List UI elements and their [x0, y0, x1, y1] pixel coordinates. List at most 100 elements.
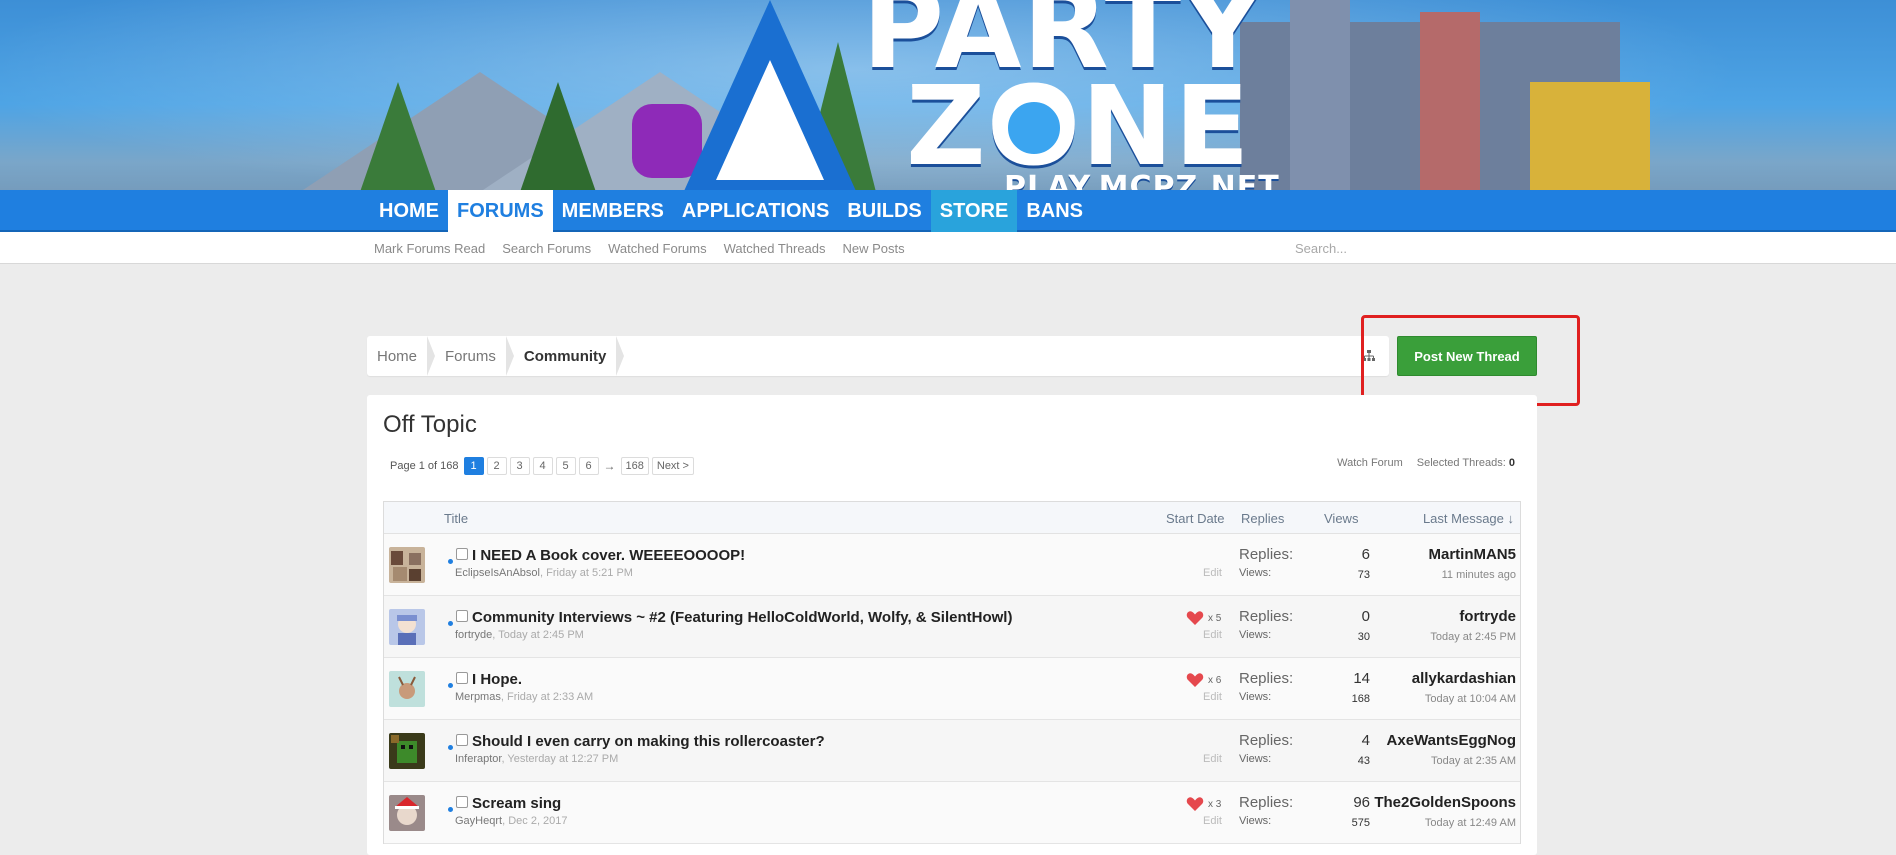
thread-select-checkbox[interactable] — [456, 796, 468, 808]
edit-thread-link[interactable]: Edit — [1203, 691, 1222, 703]
thread-title-link[interactable]: Scream sing — [472, 795, 561, 812]
nav-tab-applications[interactable]: APPLICATIONS — [673, 190, 838, 232]
page-navigation: Page 1 of 168 1 2 3 4 5 6 → 168 Next > — [390, 457, 694, 475]
edit-thread-link[interactable]: Edit — [1203, 567, 1222, 579]
thread-author-link[interactable]: fortryde — [455, 629, 492, 641]
page-link-2[interactable]: 2 — [486, 457, 507, 475]
breadcrumb-forums[interactable]: Forums — [435, 336, 514, 376]
banner-tree — [520, 82, 596, 192]
search-input[interactable] — [1295, 236, 1535, 260]
thread-title-link[interactable]: Should I even carry on making this rolle… — [472, 733, 825, 750]
table-header: Title Start Date Replies Views Last Mess… — [384, 502, 1520, 534]
last-post-time[interactable]: 11 minutes ago — [1442, 569, 1516, 581]
subnav-links: Mark Forums Read Search Forums Watched F… — [374, 232, 922, 264]
thread-select-checkbox[interactable] — [456, 610, 468, 622]
nav-tab-builds[interactable]: BUILDS — [838, 190, 930, 232]
nav-tab-bans[interactable]: BANS — [1017, 190, 1092, 232]
likes[interactable]: x 6 — [1186, 672, 1221, 688]
mark-forums-read-link[interactable]: Mark Forums Read — [374, 241, 485, 256]
page-link-1[interactable]: 1 — [463, 457, 484, 475]
avatar[interactable] — [389, 733, 425, 769]
page-link-5[interactable]: 5 — [555, 457, 576, 475]
nav-tab-home[interactable]: HOME — [370, 190, 448, 232]
last-poster-link[interactable]: fortryde — [1459, 608, 1516, 625]
balloon-icon — [1002, 96, 1066, 160]
nav-tab-forums[interactable]: FORUMS — [448, 190, 553, 232]
selected-threads-count: 0 — [1508, 457, 1515, 469]
watch-forum-link[interactable]: Watch Forum — [1337, 457, 1403, 469]
thread-row: I Hope. Merpmas, Friday at 2:33 AM x 6 E… — [384, 658, 1520, 720]
column-last-message[interactable]: Last Message ↓ — [1423, 511, 1514, 526]
thread-start-date: Friday at 2:33 AM — [506, 691, 594, 703]
new-posts-link[interactable]: New Posts — [843, 241, 905, 256]
thread-row: Community Interviews ~ #2 (Featuring Hel… — [384, 596, 1520, 658]
logo-party-hat-inner — [716, 60, 824, 180]
column-views[interactable]: Views — [1324, 511, 1358, 526]
avatar[interactable] — [389, 671, 425, 707]
thread-author-link[interactable]: Merpmas — [455, 691, 501, 703]
avatar[interactable] — [389, 547, 425, 583]
thread-select-checkbox[interactable] — [456, 734, 468, 746]
thread-select-checkbox[interactable] — [456, 548, 468, 560]
edit-thread-link[interactable]: Edit — [1203, 815, 1222, 827]
views-count: 73 — [1357, 569, 1370, 581]
edit-thread-link[interactable]: Edit — [1203, 629, 1222, 641]
views-label: Views: — [1239, 629, 1272, 641]
last-poster-link[interactable]: MartinMAN5 — [1428, 546, 1516, 563]
column-title[interactable]: Title — [444, 511, 468, 526]
last-post-time[interactable]: Today at 10:04 AM — [1425, 693, 1516, 705]
next-page-button[interactable]: Next > — [651, 457, 694, 475]
nav-tabs: HOME FORUMS MEMBERS APPLICATIONS BUILDS … — [370, 190, 1092, 232]
likes[interactable]: x 3 — [1186, 796, 1221, 812]
main-navbar: HOME FORUMS MEMBERS APPLICATIONS BUILDS … — [0, 190, 1896, 232]
thread-title-link[interactable]: I NEED A Book cover. WEEEEOOOOP! — [472, 547, 745, 564]
replies-label: Replies: — [1239, 608, 1294, 625]
thread-start-date: Today at 2:45 PM — [498, 629, 584, 641]
last-post-time[interactable]: Today at 2:45 PM — [1430, 631, 1516, 643]
search-forums-link[interactable]: Search Forums — [502, 241, 591, 256]
views-count: 575 — [1351, 817, 1370, 829]
page-link-3[interactable]: 3 — [509, 457, 530, 475]
page-link-last[interactable]: 168 — [620, 457, 649, 475]
column-replies[interactable]: Replies — [1241, 511, 1284, 526]
replies-count: 6 — [1361, 546, 1370, 563]
avatar[interactable] — [389, 609, 425, 645]
forum-panel: Off Topic Page 1 of 168 1 2 3 4 5 6 → 16… — [367, 395, 1537, 855]
page-link-6[interactable]: 6 — [578, 457, 599, 475]
thread-author-link[interactable]: GayHeqrt — [455, 815, 502, 827]
replies-label: Replies: — [1239, 732, 1294, 749]
watched-forums-link[interactable]: Watched Forums — [608, 241, 707, 256]
watched-threads-link[interactable]: Watched Threads — [724, 241, 826, 256]
heart-icon — [1186, 797, 1204, 811]
likes[interactable]: x 5 — [1186, 610, 1221, 626]
unread-indicator — [448, 621, 453, 626]
selected-threads[interactable]: Selected Threads: 0 — [1417, 457, 1515, 469]
replies-label: Replies: — [1239, 670, 1294, 687]
views-label: Views: — [1239, 753, 1272, 765]
last-poster-link[interactable]: AxeWantsEggNog — [1387, 732, 1516, 749]
last-post-time[interactable]: Today at 2:35 AM — [1431, 755, 1516, 767]
last-poster-link[interactable]: The2GoldenSpoons — [1374, 794, 1516, 811]
breadcrumb-home[interactable]: Home — [367, 336, 436, 376]
replies-count: 96 — [1353, 794, 1370, 811]
views-count: 30 — [1357, 631, 1370, 643]
thread-author-link[interactable]: Inferaptor — [455, 753, 501, 765]
avatar[interactable] — [389, 795, 425, 831]
thread-row: I NEED A Book cover. WEEEEOOOOP! Eclipse… — [384, 534, 1520, 596]
last-poster-link[interactable]: allykardashian — [1412, 670, 1516, 687]
column-start-date[interactable]: Start Date — [1166, 511, 1225, 526]
nav-tab-members[interactable]: MEMBERS — [553, 190, 673, 232]
edit-thread-link[interactable]: Edit — [1203, 753, 1222, 765]
thread-table: Title Start Date Replies Views Last Mess… — [383, 501, 1521, 844]
breadcrumb-community[interactable]: Community — [514, 336, 625, 376]
nav-tab-store[interactable]: STORE — [930, 190, 1018, 232]
thread-title-link[interactable]: I Hope. — [472, 671, 522, 688]
last-post-time[interactable]: Today at 12:49 AM — [1425, 817, 1516, 829]
page-skip-arrow[interactable]: → — [602, 459, 618, 473]
forum-title: Off Topic — [383, 411, 477, 438]
page-link-4[interactable]: 4 — [532, 457, 553, 475]
heart-icon — [1186, 611, 1204, 625]
thread-select-checkbox[interactable] — [456, 672, 468, 684]
thread-title-link[interactable]: Community Interviews ~ #2 (Featuring Hel… — [472, 609, 1012, 626]
thread-author-link[interactable]: EclipseIsAnAbsol — [455, 567, 540, 579]
